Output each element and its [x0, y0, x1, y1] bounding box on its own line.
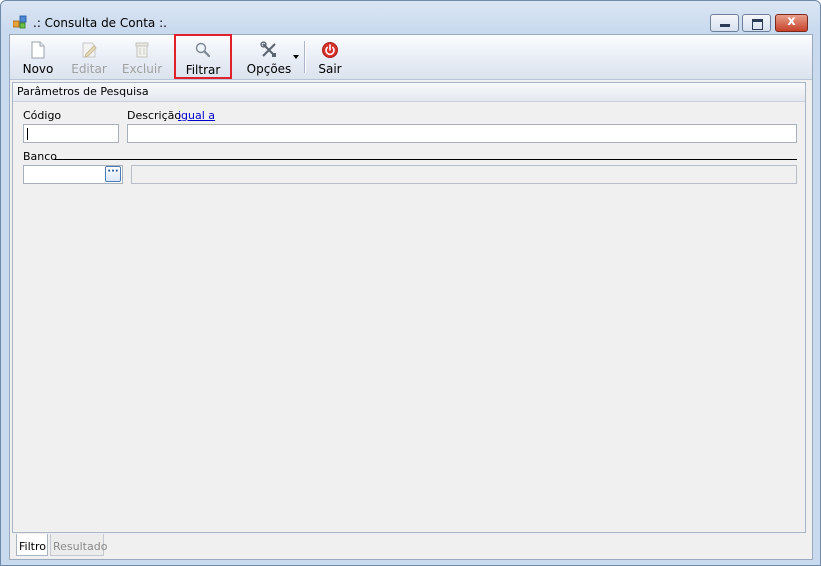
close-icon: x [787, 14, 796, 29]
text-caret [27, 128, 28, 140]
descricao-mode-link[interactable]: igual a [178, 109, 215, 122]
sair-label: Sair [318, 62, 342, 76]
filtrar-label: Filtrar [185, 63, 221, 77]
search-params-title: Parâmetros de Pesquisa [17, 85, 149, 98]
novo-button[interactable]: Novo [16, 37, 60, 77]
minimize-button[interactable] [710, 14, 739, 32]
editar-label: Editar [71, 62, 107, 76]
opcoes-button[interactable]: Opções [238, 37, 300, 77]
opcoes-label: Opções [246, 62, 292, 76]
title-bar[interactable]: .: Consulta de Conta :. x [1, 1, 820, 33]
banco-name-field [131, 165, 797, 184]
descricao-label: Descrição [127, 109, 182, 122]
close-button[interactable]: x [775, 14, 808, 32]
new-document-icon [31, 41, 45, 59]
banco-divider [54, 159, 797, 160]
tab-filtro[interactable]: Filtro [16, 534, 48, 556]
search-params-header: Parâmetros de Pesquisa [13, 83, 805, 102]
codigo-label: Código [23, 109, 62, 122]
sair-button[interactable]: Sair [312, 37, 348, 77]
tools-icon [260, 41, 276, 57]
main-window: .: Consulta de Conta :. x Novo Editar Ex… [0, 0, 821, 566]
descricao-field[interactable] [127, 124, 797, 143]
power-icon [322, 42, 338, 58]
banco-lookup-button[interactable]: ··· [105, 166, 121, 182]
window-title: .: Consulta de Conta :. [33, 16, 167, 30]
bottom-tabs: Filtro Resultado [10, 531, 812, 559]
excluir-label: Excluir [121, 62, 163, 76]
client-area: Novo Editar Excluir Filtrar Opções Sair … [9, 34, 813, 560]
tab-resultado[interactable]: Resultado [50, 534, 107, 556]
filtrar-button[interactable]: Filtrar [174, 34, 232, 79]
banco-label: Banco [23, 150, 58, 163]
app-icon [13, 15, 27, 29]
trash-icon [135, 42, 149, 58]
edit-pencil-icon [82, 42, 97, 58]
excluir-button[interactable]: Excluir [118, 37, 166, 77]
editar-button[interactable]: Editar [66, 37, 112, 77]
novo-label: Novo [22, 62, 54, 76]
maximize-button[interactable] [742, 14, 771, 32]
codigo-field[interactable] [23, 124, 119, 143]
toolbar: Novo Editar Excluir Filtrar Opções Sair [10, 34, 812, 80]
toolbar-separator [304, 41, 306, 73]
chevron-down-icon[interactable] [293, 55, 299, 59]
magnifier-icon [195, 42, 211, 58]
search-params-panel: Parâmetros de Pesquisa Código Descrição … [12, 82, 806, 533]
